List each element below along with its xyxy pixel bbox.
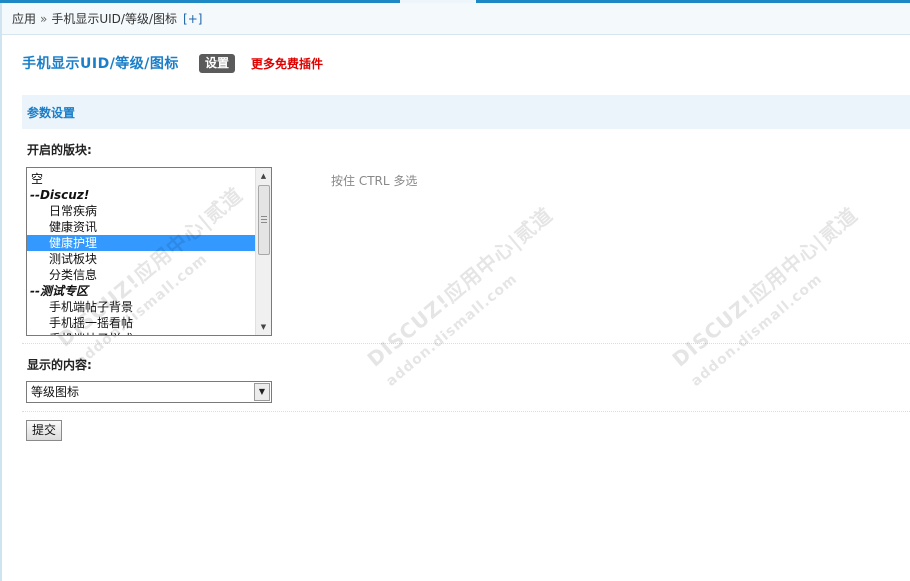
watermark: DISCUZ!应用中心|贰道 addon.dismall.com bbox=[362, 202, 558, 390]
forum-option[interactable]: 空 bbox=[27, 171, 255, 187]
add-shortcut-link[interactable]: [+] bbox=[183, 12, 202, 26]
multiselect-hint: 按住 CTRL 多选 bbox=[331, 174, 418, 188]
divider bbox=[22, 343, 910, 344]
breadcrumb: 应用 » 手机显示UID/等级/图标 [+] bbox=[2, 3, 910, 35]
breadcrumb-separator: » bbox=[40, 11, 48, 26]
scroll-up-icon[interactable]: ▲ bbox=[256, 168, 271, 184]
forums-scrollbar[interactable]: ▲ ▼ bbox=[255, 168, 271, 335]
section-title: 参数设置 bbox=[27, 105, 76, 120]
watermark: DISCUZ!应用中心|贰道 addon.dismall.com bbox=[667, 202, 863, 390]
breadcrumb-root[interactable]: 应用 bbox=[12, 10, 36, 27]
breadcrumb-current: 手机显示UID/等级/图标 bbox=[51, 12, 178, 26]
submit-button[interactable]: 提交 bbox=[26, 420, 62, 441]
page-header: 手机显示UID/等级/图标 设置 更多免费插件 bbox=[22, 52, 323, 74]
left-frame-rule bbox=[0, 3, 2, 581]
chevron-down-icon[interactable]: ▼ bbox=[254, 383, 270, 401]
section-header: 参数设置 bbox=[22, 95, 910, 129]
forums-label: 开启的版块: bbox=[27, 143, 92, 157]
more-plugins-link[interactable]: 更多免费插件 bbox=[251, 55, 323, 72]
content-select-value: 等级图标 bbox=[31, 385, 80, 399]
scroll-down-icon[interactable]: ▼ bbox=[256, 319, 271, 335]
tab-settings[interactable]: 设置 bbox=[198, 53, 235, 73]
page-title: 手机显示UID/等级/图标 bbox=[22, 56, 179, 72]
content-select[interactable]: 等级图标 ▼ bbox=[26, 381, 272, 403]
divider bbox=[22, 411, 910, 412]
